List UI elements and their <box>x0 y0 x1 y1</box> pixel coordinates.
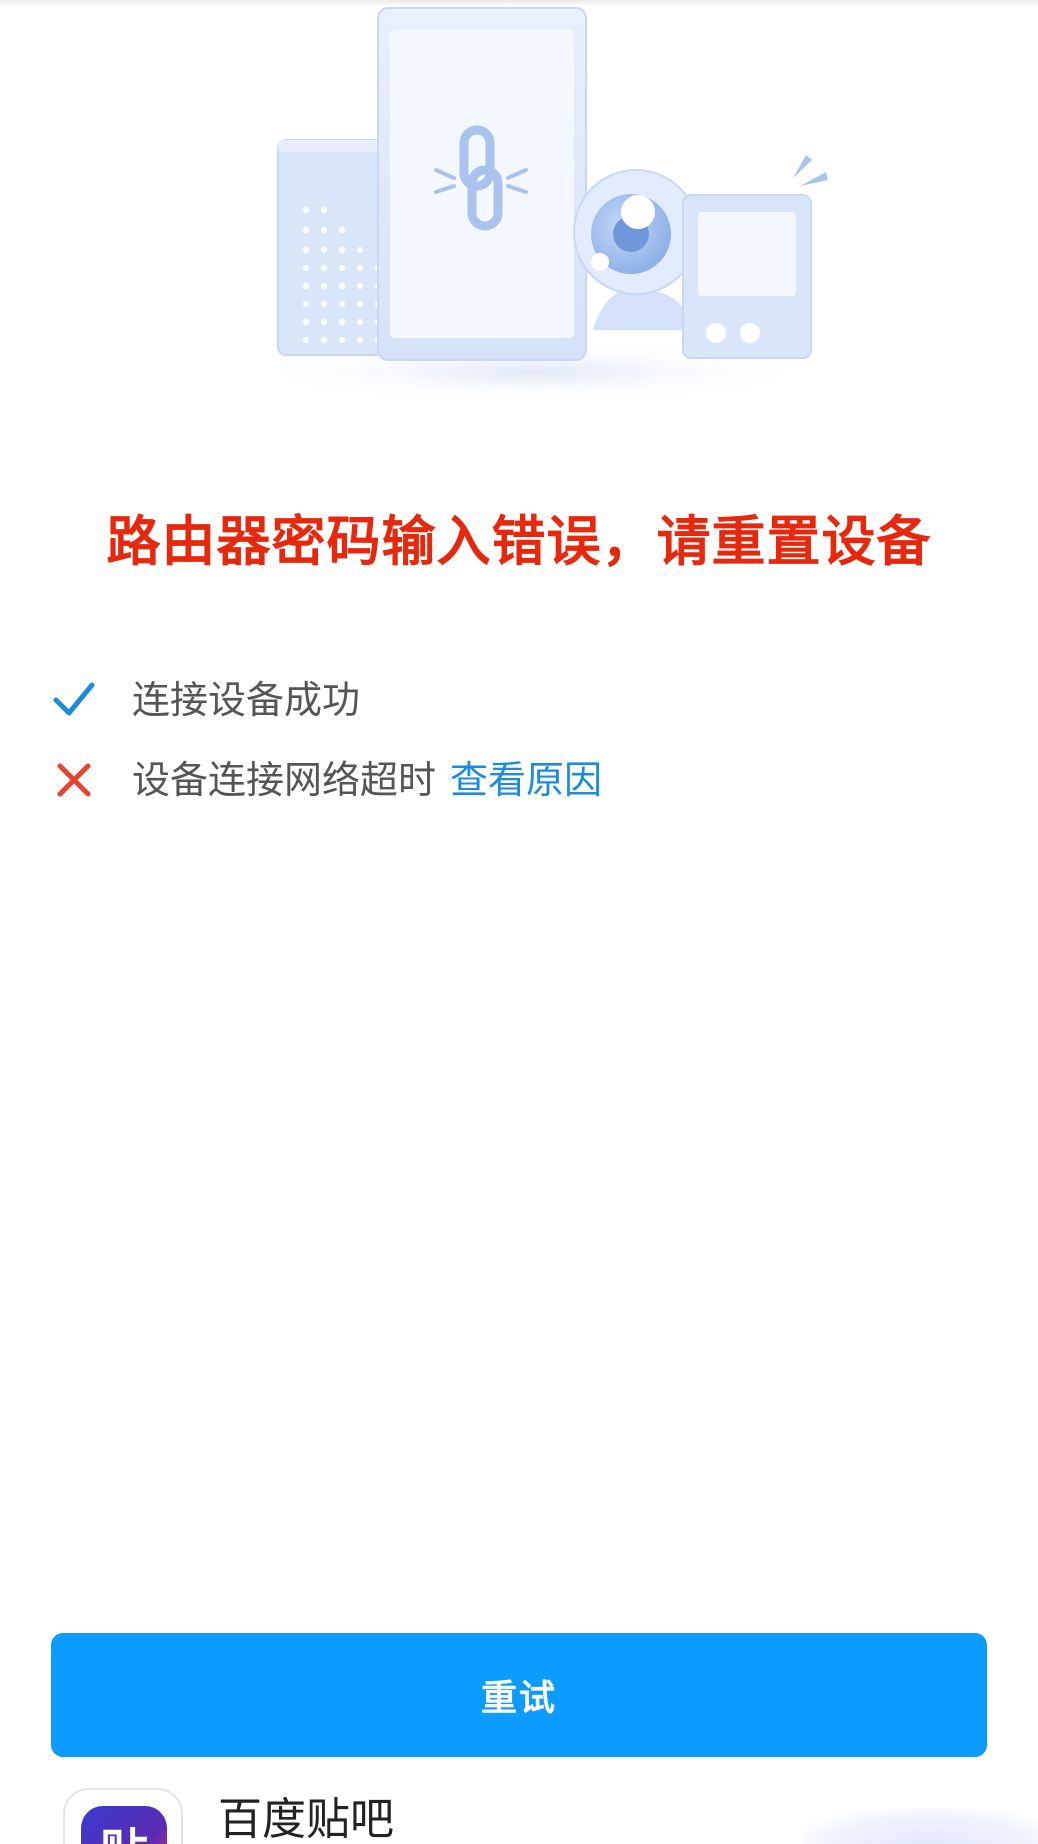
status-item-connect-device: 连接设备成功 <box>48 670 988 730</box>
app-banner[interactable]: 贴 百度贴吧 <box>0 1786 1038 1844</box>
cross-icon <box>48 754 100 806</box>
camera-device <box>573 169 699 330</box>
check-icon <box>48 674 100 726</box>
device-illustration <box>243 7 828 404</box>
retry-button[interactable]: 重试 <box>51 1633 987 1757</box>
error-title: 路由器密码输入错误，请重置设备 <box>106 510 932 573</box>
view-reason-link[interactable]: 查看原因 <box>450 750 602 810</box>
app-banner-decoration <box>800 1808 1038 1844</box>
display-device <box>682 194 812 359</box>
app-name: 百度贴吧 <box>218 1794 394 1844</box>
status-label: 连接设备成功 <box>132 678 361 722</box>
status-label: 设备连接网络超时 <box>132 758 437 802</box>
status-item-network-timeout: 设备连接网络超时 查看原因 <box>48 750 988 810</box>
speaker-device <box>277 139 389 356</box>
tieba-logo: 贴 <box>81 1806 167 1844</box>
status-list: 连接设备成功 设备连接网络超时 查看原因 <box>48 670 988 830</box>
tieba-app-icon[interactable]: 贴 <box>63 1788 183 1844</box>
spark-lines <box>793 155 828 186</box>
connection-result-page: 路由器密码输入错误，请重置设备 连接设备成功 设备连接网络超时 查看原因 重试 <box>0 0 1038 1844</box>
